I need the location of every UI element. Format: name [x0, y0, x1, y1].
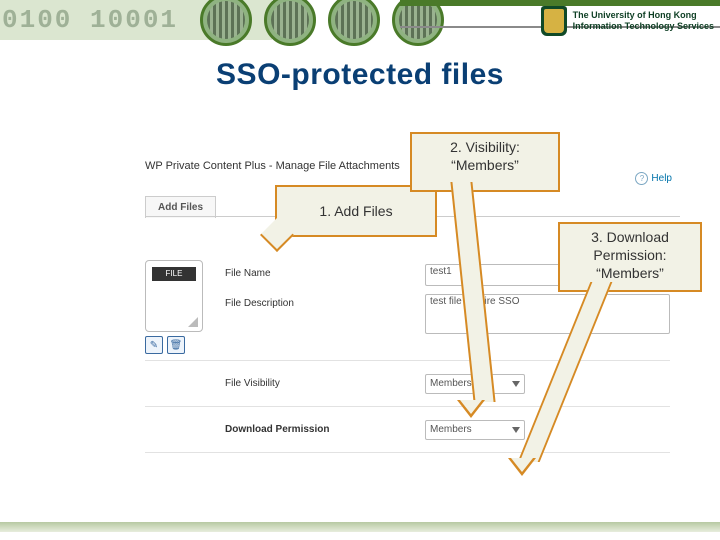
help-icon: ?: [635, 172, 648, 185]
help-link[interactable]: ? Help: [635, 172, 672, 185]
callout-3-line1: 3. Download: [568, 228, 692, 246]
university-logo: The University of Hong Kong Information …: [541, 6, 714, 36]
callout-2-line1: 2. Visibility:: [420, 138, 550, 156]
org-name: The University of Hong Kong: [573, 10, 714, 21]
label-visibility: File Visibility: [225, 378, 280, 389]
crest-icon: [541, 6, 567, 36]
label-file-name: File Name: [225, 268, 271, 279]
slide-title: SSO-protected files: [0, 58, 720, 92]
edit-icon[interactable]: ✎: [145, 336, 163, 354]
label-file-desc: File Description: [225, 298, 294, 309]
select-download-perm[interactable]: Members: [425, 420, 525, 440]
callout-2-visibility: 2. Visibility: “Members”: [410, 132, 560, 192]
file-thumb[interactable]: FILE: [145, 260, 203, 332]
input-file-desc[interactable]: test file require SSO: [425, 294, 670, 334]
file-thumb-block: FILE ✎ 🗑: [145, 260, 205, 354]
callout-3-line2: Permission:: [568, 246, 692, 264]
banner-photos: [200, 0, 444, 48]
org-dept: Information Technology Services: [573, 21, 714, 32]
file-tag: FILE: [152, 267, 196, 281]
callout-3-download: 3. Download Permission: “Members”: [558, 222, 702, 292]
callout-1-add-files: 1. Add Files: [275, 185, 437, 237]
tab-add-files[interactable]: Add Files: [145, 196, 216, 218]
top-banner: 0100 10001 The University of Hong Kong I…: [0, 0, 720, 40]
bottom-bar: [0, 522, 720, 532]
callout-1-text: 1. Add Files: [319, 202, 392, 220]
callout-3-line3: “Members”: [568, 264, 692, 282]
help-label: Help: [651, 173, 672, 184]
label-download-perm: Download Permission: [225, 424, 329, 435]
delete-icon[interactable]: 🗑: [167, 336, 185, 354]
callout-2-line2: “Members”: [420, 156, 550, 174]
